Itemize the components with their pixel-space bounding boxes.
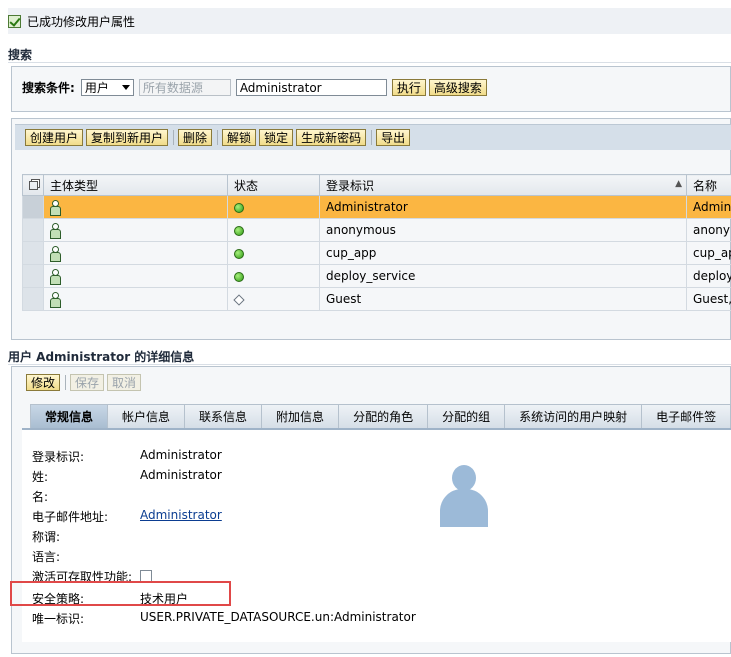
table-header-row: 主体类型 状态 登录标识 ▲ 名称 [22, 174, 731, 196]
highlight-box [10, 581, 231, 606]
field-label-language: 语言: [32, 550, 61, 564]
datasource-value: 所有数据源 [142, 81, 203, 95]
search-query-input[interactable]: Administrator [235, 79, 387, 96]
field-label-unique-id: 唯一标识: [32, 612, 85, 626]
detail-tabs: 常规信息 帐户信息 联系信息 附加信息 分配的角色 分配的组 系统访问的用户映射… [30, 404, 731, 428]
logon-id-cell: cup_app [319, 241, 687, 265]
field-label-logon-id: 登录标识: [32, 450, 85, 464]
table-row[interactable]: cup_app cup_ap [22, 241, 731, 265]
toolbar-separator [371, 130, 373, 145]
execute-button[interactable]: 执行 [391, 79, 426, 96]
tab-assigned-roles[interactable]: 分配的角色 [338, 404, 429, 428]
name-cell: deploy_ [686, 264, 731, 288]
check-icon [8, 14, 21, 28]
row-selector[interactable] [22, 287, 44, 311]
tab-user-mapping[interactable]: 系统访问的用户映射 [504, 404, 643, 428]
user-toolbar: 创建用户 复制到新用户 删除 解锁 锁定 生成新密码 导出 [15, 124, 731, 150]
row-selector[interactable] [22, 218, 44, 242]
row-selector[interactable] [22, 195, 44, 219]
lock-button[interactable]: 锁定 [259, 129, 294, 146]
copy-to-new-user-button[interactable]: 复制到新用户 [86, 129, 169, 146]
tab-general-info[interactable]: 常规信息 [30, 404, 109, 428]
name-cell: cup_ap [686, 241, 731, 265]
field-value-unique-id: USER.PRIVATE_DATASOURCE.un:Administrator [140, 610, 416, 624]
success-message-bar: 已成功修改用户属性 [8, 8, 731, 34]
status-active-icon [234, 202, 244, 213]
search-type-select[interactable]: 用户 [80, 79, 134, 96]
toolbar-separator [217, 130, 219, 145]
column-header-name[interactable]: 名称 [686, 174, 731, 196]
column-header-logon-id[interactable]: 登录标识 ▲ [319, 174, 687, 196]
tab-account-info[interactable]: 帐户信息 [107, 404, 186, 428]
field-label-last-name: 姓: [32, 470, 49, 484]
detail-section-title: 用户 Administrator 的详细信息 [8, 350, 195, 364]
select-all-icon[interactable] [22, 174, 44, 196]
status-active-icon [234, 248, 244, 259]
logon-id-cell: anonymous [319, 218, 687, 242]
unlock-button[interactable]: 解锁 [222, 129, 257, 146]
column-header-status[interactable]: 状态 [227, 174, 320, 196]
success-message-text: 已成功修改用户属性 [27, 14, 136, 29]
create-user-button[interactable]: 创建用户 [25, 129, 84, 146]
advanced-search-button[interactable]: 高级搜索 [428, 79, 487, 96]
field-label-email: 电子邮件地址: [32, 510, 109, 524]
tab-contact-info[interactable]: 联系信息 [184, 404, 263, 428]
save-button: 保存 [70, 374, 105, 391]
name-cell: anonym [686, 218, 731, 242]
name-cell: Adminis [686, 195, 731, 219]
tab-email-signature[interactable]: 电子邮件签 [641, 404, 731, 428]
search-criteria-label: 搜索条件: [22, 81, 75, 95]
search-query-value: Administrator [239, 80, 322, 95]
generate-password-button[interactable]: 生成新密码 [296, 129, 367, 146]
field-label-salutation: 称谓: [32, 530, 61, 544]
detail-toolbar: 修改 保存 取消 [26, 374, 144, 391]
sort-asc-icon[interactable]: ▲ [675, 179, 682, 189]
logon-id-cell: deploy_service [319, 264, 687, 288]
toolbar-separator [65, 375, 67, 390]
delete-button[interactable]: 删除 [178, 129, 213, 146]
tab-additional-info[interactable]: 附加信息 [261, 404, 340, 428]
table-row[interactable]: Administrator Adminis [22, 195, 731, 219]
status-inactive-icon [233, 293, 245, 306]
status-active-icon [234, 225, 244, 236]
field-value-logon-id: Administrator [140, 448, 222, 462]
logon-id-cell: Administrator [319, 195, 687, 219]
table-row[interactable]: deploy_service deploy_ [22, 264, 731, 288]
search-type-value: 用户 [84, 81, 109, 95]
name-cell: Guest, [686, 287, 731, 311]
search-criteria-row: 搜索条件: 用户 所有数据源 Administrator 执行 高级搜索 [22, 79, 490, 96]
chevron-down-icon [121, 85, 130, 90]
row-selector[interactable] [22, 264, 44, 288]
search-section-title: 搜索 [8, 48, 33, 62]
general-info-content: 登录标识: Administrator 姓: Administrator 名: … [22, 428, 731, 642]
table-row[interactable]: anonymous anonym [22, 218, 731, 242]
user-photo-placeholder-icon [440, 465, 488, 527]
divider [8, 62, 731, 63]
field-value-last-name: Administrator [140, 468, 222, 482]
modify-button[interactable]: 修改 [26, 374, 61, 391]
column-header-logon-id-label: 登录标识 [326, 178, 375, 193]
user-icon [50, 200, 61, 217]
status-active-icon [234, 271, 244, 282]
table-row[interactable]: Guest Guest, [22, 287, 731, 311]
row-selector[interactable] [22, 241, 44, 265]
user-icon [50, 292, 61, 309]
datasource-select: 所有数据源 [138, 79, 231, 96]
divider [8, 364, 731, 365]
users-table: 主体类型 状态 登录标识 ▲ 名称 Administrator Adminis … [22, 174, 731, 311]
user-icon [50, 269, 61, 286]
column-header-principal-type[interactable]: 主体类型 [43, 174, 228, 196]
toolbar-separator [173, 130, 175, 145]
field-label-first-name: 名: [32, 490, 49, 504]
tab-assigned-groups[interactable]: 分配的组 [427, 404, 506, 428]
user-icon [50, 246, 61, 263]
export-button[interactable]: 导出 [376, 129, 411, 146]
email-link[interactable]: Administrator [140, 508, 222, 522]
user-icon [50, 223, 61, 240]
logon-id-cell: Guest [319, 287, 687, 311]
cancel-button: 取消 [107, 374, 142, 391]
